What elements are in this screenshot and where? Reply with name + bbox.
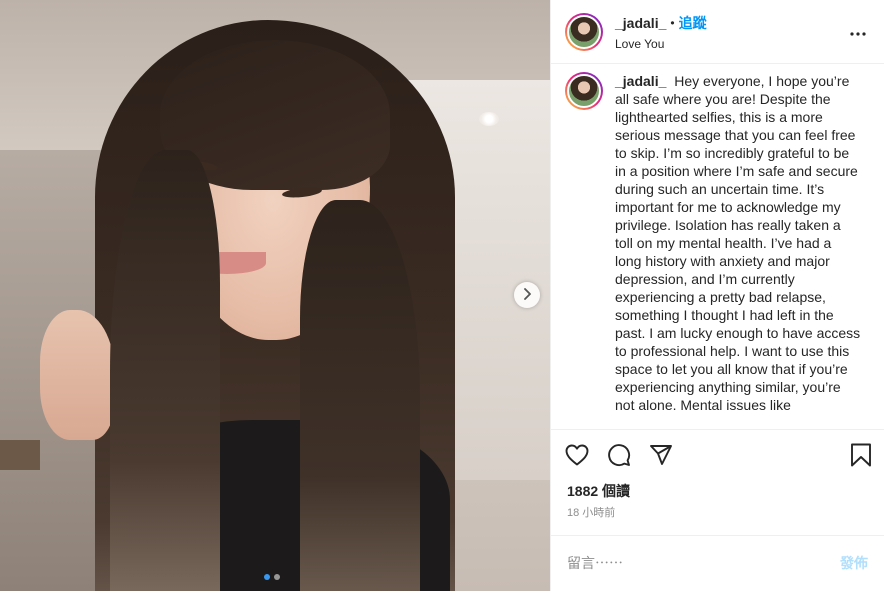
caption-text: Hey everyone, I hope you’re all safe whe… bbox=[615, 73, 861, 414]
post-timestamp[interactable]: 18 小時前 bbox=[551, 505, 884, 521]
photo-hair-strands bbox=[110, 150, 220, 591]
like-button[interactable] bbox=[565, 439, 597, 471]
header-user-line: _jadali_ • 追蹤 bbox=[615, 13, 707, 33]
caption-scroll-area[interactable]: _jadali_ Hey everyone, I hope you’re all… bbox=[551, 64, 884, 431]
username-link[interactable]: _jadali_ bbox=[615, 15, 666, 31]
share-button[interactable] bbox=[649, 439, 681, 471]
view-count[interactable]: 1882 個讀 bbox=[551, 481, 884, 501]
separator-dot: • bbox=[670, 15, 675, 30]
more-options-button[interactable] bbox=[848, 22, 868, 42]
post-comment-button[interactable]: 發佈 bbox=[840, 553, 868, 573]
chevron-right-icon bbox=[522, 287, 532, 303]
post-sidebar: _jadali_ • 追蹤 Love You _jadali_ Hey ever… bbox=[550, 0, 884, 591]
caption-avatar[interactable] bbox=[565, 72, 603, 111]
post-header: _jadali_ • 追蹤 Love You bbox=[551, 0, 884, 65]
post-viewer: _jadali_ • 追蹤 Love You _jadali_ Hey ever… bbox=[0, 0, 884, 591]
photo-hair-strands bbox=[300, 200, 420, 591]
caption-username-link[interactable]: _jadali_ bbox=[615, 73, 666, 89]
follow-button[interactable]: 追蹤 bbox=[679, 13, 707, 33]
carousel-dot-active bbox=[264, 574, 270, 580]
comment-icon bbox=[607, 443, 631, 467]
avatar-image bbox=[567, 14, 601, 49]
comment-button[interactable] bbox=[607, 439, 639, 471]
profile-avatar[interactable] bbox=[565, 12, 603, 51]
paper-plane-icon bbox=[649, 444, 673, 466]
photo-hand bbox=[40, 310, 115, 440]
carousel-next-button[interactable] bbox=[514, 282, 540, 308]
header-text: _jadali_ • 追蹤 Love You bbox=[615, 13, 707, 51]
avatar-image bbox=[567, 74, 601, 109]
bookmark-icon bbox=[850, 443, 872, 467]
more-options-icon bbox=[850, 23, 866, 41]
action-bar bbox=[551, 430, 884, 480]
photo-ceiling-light bbox=[479, 112, 499, 126]
photo-shelf bbox=[0, 440, 40, 470]
caption: _jadali_ Hey everyone, I hope you’re all… bbox=[615, 72, 861, 429]
heart-icon bbox=[565, 444, 589, 466]
save-button[interactable] bbox=[840, 439, 872, 471]
comment-input[interactable] bbox=[567, 555, 840, 572]
carousel-dot bbox=[274, 574, 280, 580]
location-link[interactable]: Love You bbox=[615, 37, 707, 51]
post-photo[interactable] bbox=[0, 0, 550, 591]
comment-form: 發佈 bbox=[551, 534, 884, 591]
carousel-indicator bbox=[264, 574, 280, 580]
